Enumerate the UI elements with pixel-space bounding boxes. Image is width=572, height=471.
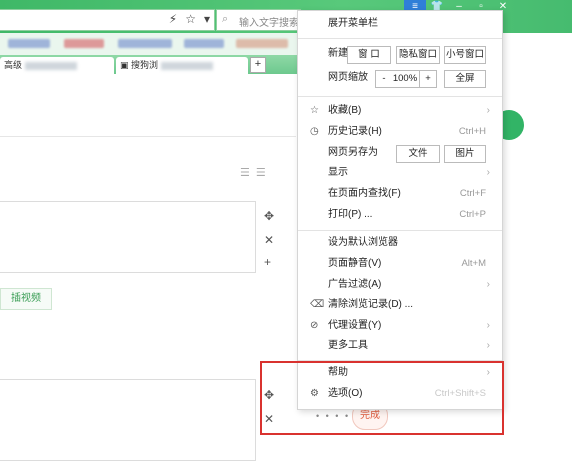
- tab-2[interactable]: ▣ 搜狗浏: [116, 57, 248, 74]
- menu-label: 在页面内查找(F): [328, 188, 401, 199]
- menu-shortcut: Ctrl+H: [458, 126, 486, 137]
- menu-item-expand-menubar[interactable]: 展开菜单栏: [298, 14, 502, 34]
- menu-item-clear-records[interactable]: ⌫ 清除浏览记录(D) ...: [298, 295, 502, 315]
- search-icon: ⌕: [222, 13, 229, 25]
- bookmark-bar: [0, 33, 300, 55]
- chevron-right-icon: ›: [486, 167, 490, 178]
- delete-icon[interactable]: ✕: [264, 233, 274, 247]
- menu-separator: [298, 230, 502, 231]
- eraser-icon: ⌫: [310, 299, 325, 310]
- fullscreen-button[interactable]: 全屏: [444, 70, 486, 88]
- small-window-button[interactable]: 小号窗口: [444, 46, 486, 64]
- search-placeholder: 输入文字搜索: [239, 18, 299, 29]
- tab-1[interactable]: 高级: [0, 57, 114, 74]
- bookmark-item[interactable]: [236, 39, 288, 48]
- move-icon[interactable]: ✥: [264, 209, 274, 223]
- lightning-icon[interactable]: ⚡: [169, 12, 177, 26]
- new-tab-button[interactable]: +: [250, 57, 266, 73]
- search-input[interactable]: ⌕ 输入文字搜索: [216, 9, 301, 31]
- bookmark-item[interactable]: [184, 39, 224, 48]
- menu-label: 显示: [328, 167, 348, 178]
- menu-item-print[interactable]: 打印(P) ... Ctrl+P: [298, 205, 502, 225]
- menu-item-display[interactable]: 显示 ›: [298, 163, 502, 183]
- menu-label: 清除浏览记录(D) ...: [328, 299, 413, 310]
- tab-label: 高级: [4, 60, 23, 70]
- divider: [0, 136, 296, 137]
- menu-item-set-default[interactable]: 设为默认浏览器: [298, 233, 502, 253]
- menu-label: 展开菜单栏: [328, 18, 378, 29]
- menu-item-more-tools[interactable]: 更多工具 ›: [298, 336, 502, 356]
- insert-video-button[interactable]: 插视频: [0, 288, 52, 310]
- zoom-level: 100%: [391, 70, 419, 88]
- link-icon: ⊘: [310, 320, 319, 331]
- menu-item-mute[interactable]: 页面静音(V) Alt+M: [298, 254, 502, 274]
- menu-separator: [298, 38, 502, 39]
- tab-icon: ▣: [120, 60, 129, 70]
- chevron-right-icon: ›: [486, 320, 490, 331]
- menu-label: 打印(P) ...: [328, 209, 373, 220]
- menu-label: 收藏(B): [328, 105, 362, 116]
- menu-label: 代理设置(Y): [328, 320, 382, 331]
- private-window-button[interactable]: 隐私窗口: [396, 46, 440, 64]
- star-icon: ☆: [310, 105, 319, 116]
- menu-label: 新建: [328, 48, 348, 59]
- star-icon[interactable]: ☆: [185, 12, 196, 26]
- zoom-in-button[interactable]: +: [419, 70, 437, 88]
- menu-item-favorites[interactable]: ☆ 收藏(B) ›: [298, 101, 502, 121]
- menu-shortcut: Ctrl+F: [459, 188, 486, 199]
- menu-shortcut: Ctrl+P: [459, 209, 486, 220]
- chevron-right-icon: ›: [486, 279, 490, 290]
- new-window-button[interactable]: 窗 口: [347, 46, 391, 64]
- menu-shortcut: Alt+M: [461, 258, 486, 269]
- tab-label: 搜狗浏: [131, 60, 159, 70]
- dropdown-icon[interactable]: ▾: [204, 12, 210, 26]
- chevron-right-icon: ›: [486, 105, 490, 116]
- menu-label: 设为默认浏览器: [328, 237, 398, 248]
- menu-item-find[interactable]: 在页面内查找(F) Ctrl+F: [298, 184, 502, 204]
- save-file-button[interactable]: 文件: [396, 145, 440, 163]
- list-format-icons: ☰☰: [240, 166, 272, 179]
- chevron-right-icon: ›: [486, 340, 490, 351]
- tab-bar: 高级 ▣ 搜狗浏 +: [0, 55, 300, 74]
- content-box[interactable]: [0, 201, 256, 273]
- bookmark-item[interactable]: [64, 39, 104, 48]
- content-box[interactable]: [0, 379, 256, 461]
- bookmark-item[interactable]: [118, 39, 172, 48]
- highlight-box: [260, 361, 504, 435]
- menu-item-history[interactable]: ◷ 历史记录(H) Ctrl+H: [298, 122, 502, 142]
- menu-label: 网页另存为: [328, 147, 378, 158]
- unordered-list-icon[interactable]: ☰: [256, 167, 272, 179]
- menu-item-ad-filter[interactable]: 广告过滤(A) ›: [298, 275, 502, 295]
- menu-label: 历史记录(H): [328, 126, 382, 137]
- menu-item-proxy[interactable]: ⊘ 代理设置(Y) ›: [298, 316, 502, 336]
- menu-label: 页面静音(V): [328, 258, 382, 269]
- add-icon[interactable]: +: [264, 255, 271, 269]
- clock-icon: ◷: [310, 126, 319, 137]
- ordered-list-icon[interactable]: ☰: [240, 167, 256, 179]
- main-menu: 展开菜单栏 新建 窗 口 隐私窗口 小号窗口 网页缩放 - 100% + 全屏 …: [297, 10, 503, 410]
- menu-label: 广告过滤(A): [328, 279, 382, 290]
- menu-label: 更多工具: [328, 340, 368, 351]
- menu-label: 网页缩放: [328, 72, 368, 83]
- menu-separator: [298, 96, 502, 97]
- bookmark-item[interactable]: [8, 39, 50, 48]
- address-bar[interactable]: ⚡ ☆ ▾: [0, 9, 215, 31]
- save-image-button[interactable]: 图片: [444, 145, 486, 163]
